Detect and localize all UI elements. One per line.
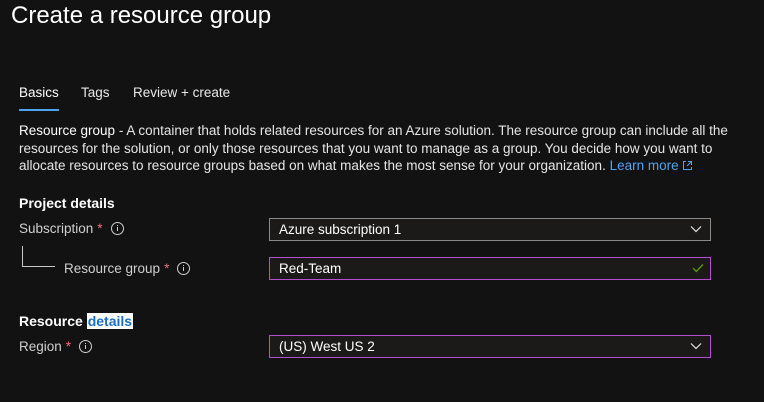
- required-marker: *: [97, 221, 103, 236]
- required-marker: *: [164, 261, 170, 276]
- required-marker: *: [65, 339, 72, 354]
- resource-group-label: Resource group: [64, 261, 161, 276]
- info-icon[interactable]: [79, 340, 93, 353]
- learn-more-label: Learn more: [609, 158, 679, 173]
- resource-details-heading-plain: Resource: [19, 313, 83, 329]
- create-resource-group-page: Create a resource group Basics Tags Revi…: [0, 0, 764, 402]
- resource-group-value: Red-Team: [279, 261, 342, 276]
- tab-tags[interactable]: Tags: [81, 85, 110, 111]
- project-details-heading: Project details: [19, 195, 115, 211]
- subscription-dropdown[interactable]: Azure subscription 1: [269, 218, 711, 241]
- region-label: Region: [19, 339, 62, 354]
- description-text: Resource group - A container that holds …: [19, 122, 739, 175]
- learn-more-link[interactable]: Learn more: [610, 158, 693, 173]
- info-icon[interactable]: [110, 222, 124, 235]
- description-lead: Resource group: [19, 123, 116, 138]
- region-dropdown[interactable]: (US) West US 2: [269, 335, 711, 358]
- tree-connector-horizontal: [22, 266, 55, 267]
- subscription-label: Subscription: [19, 221, 94, 236]
- resource-details-heading: Resource details: [19, 313, 134, 329]
- region-value: (US) West US 2: [279, 339, 375, 354]
- tab-basics[interactable]: Basics: [19, 85, 59, 111]
- chevron-down-icon: [690, 343, 702, 350]
- chevron-down-icon: [690, 226, 702, 233]
- tree-connector-vertical: [22, 246, 23, 266]
- resource-group-input[interactable]: Red-Team: [269, 257, 711, 280]
- checkmark-icon: [692, 264, 704, 273]
- page-title: Create a resource group: [11, 2, 272, 29]
- info-icon[interactable]: [177, 262, 191, 275]
- tab-review-create[interactable]: Review + create: [133, 85, 230, 111]
- subscription-label-row: Subscription *: [19, 221, 124, 236]
- subscription-value: Azure subscription 1: [279, 222, 402, 237]
- external-link-icon: [682, 161, 692, 170]
- resource-group-label-row: Resource group *: [64, 261, 191, 276]
- region-label-row: Region *: [19, 339, 93, 354]
- resource-details-heading-highlight: details: [86, 313, 134, 329]
